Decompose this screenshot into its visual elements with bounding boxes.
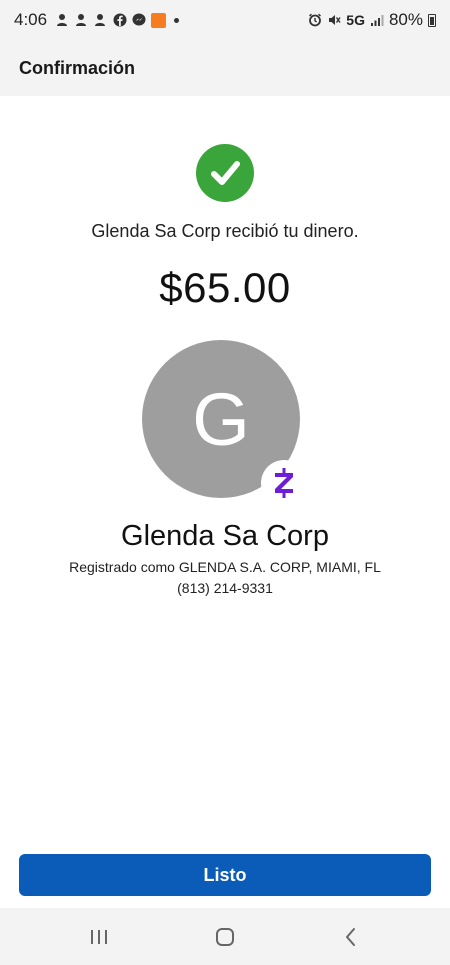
app-header: Confirmación (0, 40, 450, 96)
status-left: 4:06 (14, 10, 180, 30)
mute-icon (327, 13, 341, 27)
status-time: 4:06 (14, 10, 48, 29)
network-type: 5G (346, 12, 365, 28)
recents-icon[interactable] (86, 924, 112, 950)
alarm-icon (308, 13, 322, 27)
done-button[interactable]: Listo (19, 854, 431, 896)
person-add-icon (75, 13, 89, 27)
recipient-name: Glenda Sa Corp (121, 520, 329, 552)
battery-percent: 80% (388, 10, 423, 29)
back-icon[interactable] (338, 924, 364, 950)
messenger-icon (132, 13, 146, 27)
battery-icon (428, 13, 436, 27)
success-check-icon (196, 144, 254, 202)
system-nav-bar (0, 908, 450, 965)
home-icon[interactable] (212, 924, 238, 950)
page-title: Confirmación (19, 57, 136, 78)
recipient-registration: Registrado como GLENDA S.A. CORP, MIAMI,… (69, 559, 381, 575)
facebook-icon (113, 13, 127, 27)
payment-amount: $65.00 (159, 264, 291, 311)
zelle-icon (261, 460, 307, 506)
status-right: 5G 80% (308, 10, 436, 30)
confirmation-message: Glenda Sa Corp recibió tu dinero. (91, 221, 359, 241)
person-add-icon (94, 13, 108, 27)
confirmation-screen: 4:06 5G 80% Confirmación Glenda Sa Corp … (0, 0, 450, 965)
app-notification-icon (151, 12, 167, 28)
more-notifications-dot (174, 17, 180, 23)
person-add-icon (56, 13, 70, 27)
status-bar: 4:06 5G 80% (0, 0, 450, 40)
recipient-phone: (813) 214-9331 (177, 580, 273, 596)
signal-icon (370, 13, 384, 27)
